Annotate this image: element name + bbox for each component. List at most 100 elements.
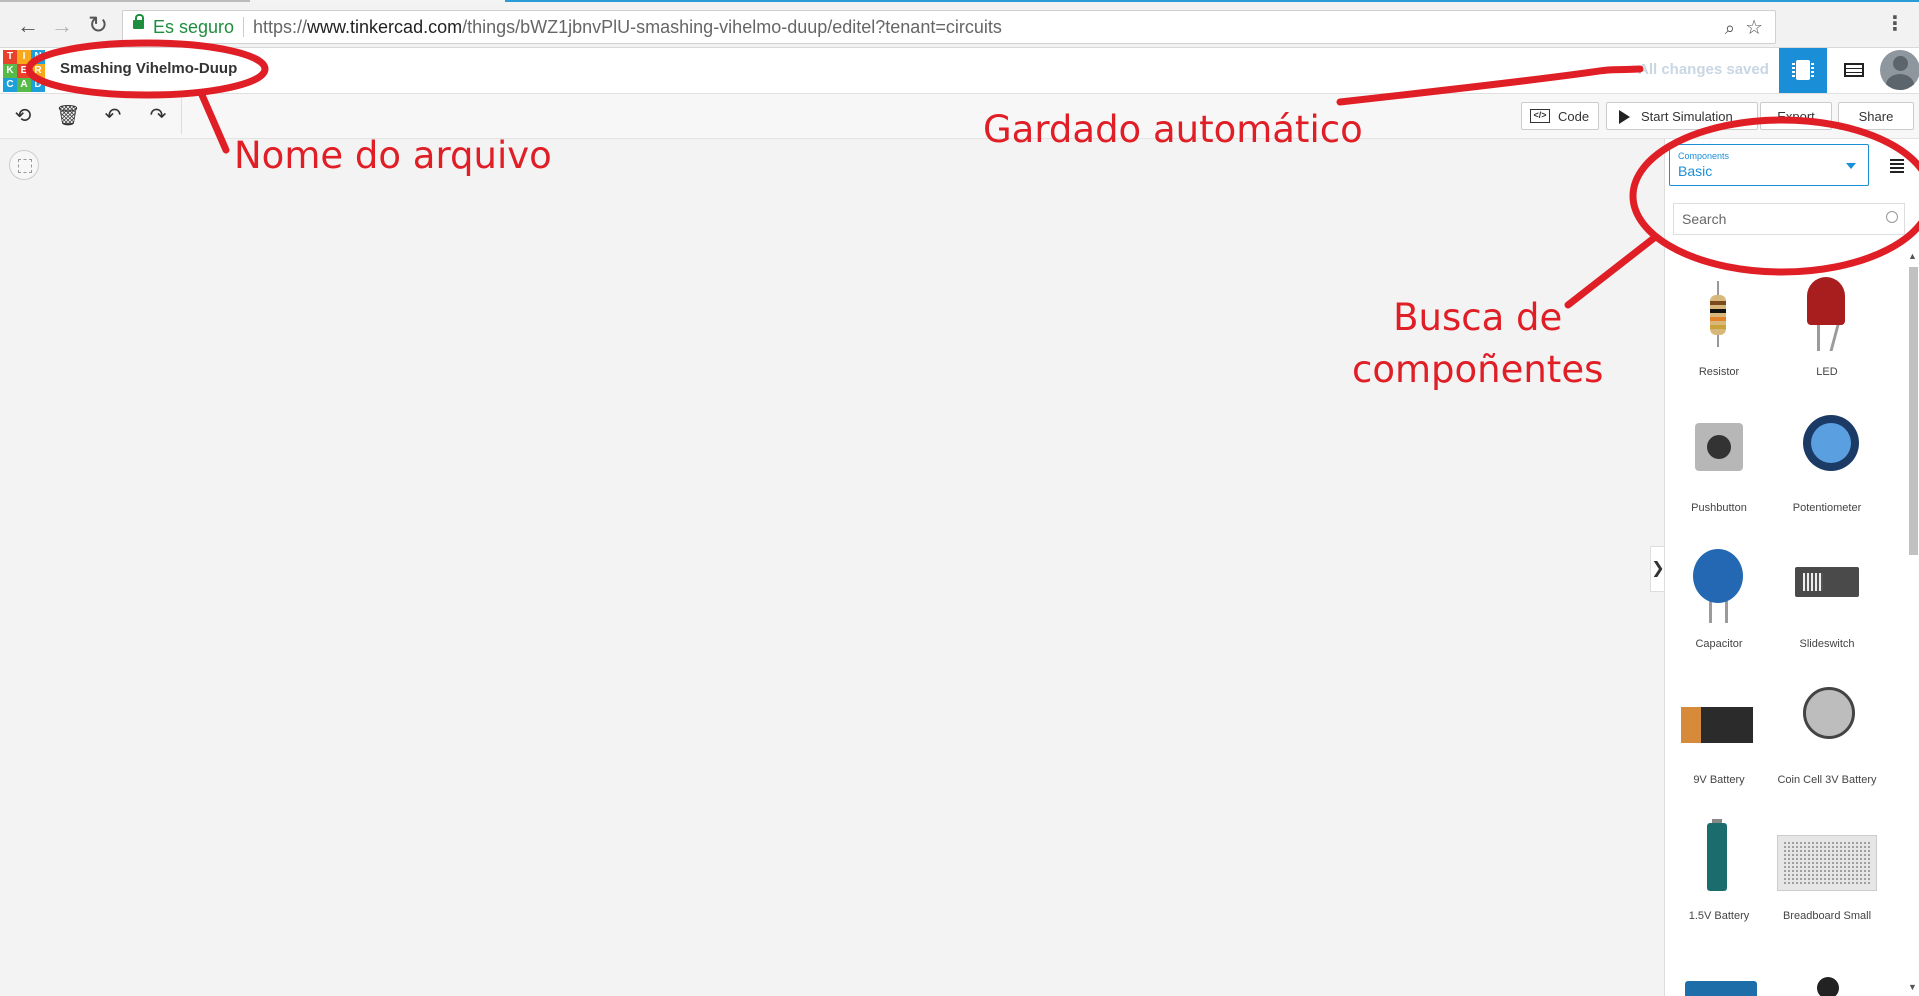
- logo-letter: D: [31, 78, 45, 92]
- loading-bar: [505, 0, 1919, 2]
- code-button-label: Code: [1558, 109, 1590, 124]
- components-select-value: Basic: [1678, 163, 1713, 179]
- component-pushbutton[interactable]: Pushbutton: [1665, 403, 1773, 539]
- omnibox-divider: [243, 17, 244, 37]
- annotation-search-line2: compoñentes: [1352, 348, 1604, 391]
- component-name: Slideswitch: [1799, 638, 1855, 650]
- zoom-icon[interactable]: ⌕: [1725, 18, 1735, 39]
- url-scheme: https://: [253, 17, 308, 37]
- logo-letter: I: [17, 50, 31, 64]
- component-breadboard-small[interactable]: Breadboard Small: [1773, 811, 1881, 947]
- back-arrow-icon[interactable]: ←: [14, 12, 42, 40]
- panel-toggle-icon[interactable]: ❯: [1650, 546, 1665, 592]
- undo-icon[interactable]: ↶: [98, 102, 128, 130]
- app-header: TINKERCAD Smashing Vihelmo-Duup All chan…: [0, 48, 1919, 94]
- rotate-icon[interactable]: ⟲: [8, 102, 38, 130]
- capacitor-icon: [1665, 539, 1773, 629]
- components-select-label: Components: [1678, 151, 1730, 161]
- component-name: 9V Battery: [1693, 774, 1745, 786]
- annotation-search-line1: Busca de: [1393, 296, 1563, 339]
- reload-icon[interactable]: ↻: [84, 12, 112, 40]
- components-panel: Components Basic Resistor LED Pushbutton…: [1664, 139, 1919, 996]
- url-host: www.tinkercad.com: [307, 17, 463, 37]
- list-view-icon[interactable]: [1890, 159, 1904, 173]
- logo-letter: N: [31, 50, 45, 64]
- editor-toolbar: ⟲ 🗑 ↶ ↷ </> Code Start Simulation Export…: [0, 94, 1919, 139]
- save-status: All changes saved: [1638, 61, 1769, 78]
- avatar[interactable]: [1880, 50, 1919, 90]
- menu-dots-icon[interactable]: ⋮: [1885, 13, 1905, 35]
- start-simulation-label: Start Simulation: [1641, 109, 1733, 124]
- trash-icon[interactable]: 🗑: [53, 102, 83, 130]
- search-input[interactable]: [1674, 204, 1880, 234]
- code-button[interactable]: </> Code: [1521, 102, 1599, 130]
- browser-toolbar: ← → ↻ Es seguro https://www.tinkercad.co…: [0, 3, 1919, 48]
- component-name: Resistor: [1698, 366, 1740, 378]
- component-arduino[interactable]: [1665, 947, 1773, 996]
- circuit-view-button[interactable]: [1779, 48, 1827, 93]
- scroll-thumb[interactable]: [1909, 267, 1918, 555]
- component-9v-battery[interactable]: 9V Battery: [1665, 675, 1773, 811]
- tab-edge: [0, 0, 250, 2]
- table-icon: [1844, 63, 1864, 77]
- logo-letter: C: [3, 78, 17, 92]
- chip-icon: [1792, 60, 1814, 80]
- lock-icon: [133, 14, 144, 29]
- project-name[interactable]: Smashing Vihelmo-Duup: [60, 60, 237, 77]
- component-vibration-motor[interactable]: [1773, 947, 1881, 996]
- export-button[interactable]: Export: [1760, 102, 1832, 130]
- component-coin-cell[interactable]: Coin Cell 3V Battery: [1773, 675, 1881, 811]
- share-button[interactable]: Share: [1838, 102, 1914, 130]
- component-name: Breadboard Small: [1782, 910, 1872, 922]
- redo-icon[interactable]: ↷: [143, 102, 173, 130]
- component-potentiometer[interactable]: Potentiometer: [1773, 403, 1881, 539]
- arduino-icon: [1665, 947, 1773, 996]
- forward-arrow-icon[interactable]: →: [48, 12, 76, 40]
- component-slideswitch[interactable]: Slideswitch: [1773, 539, 1881, 675]
- annotation-search: Busca de compoñentes: [1352, 292, 1603, 396]
- start-simulation-button[interactable]: Start Simulation: [1606, 102, 1758, 130]
- pushbutton-icon: [1665, 403, 1773, 493]
- tinkercad-logo[interactable]: TINKERCAD: [3, 50, 45, 92]
- play-icon: [1619, 110, 1630, 124]
- vibration-motor-icon: [1773, 947, 1881, 996]
- scroll-down-icon[interactable]: ▼: [1908, 982, 1917, 992]
- component-capacitor[interactable]: Capacitor: [1665, 539, 1773, 675]
- annotation-autosave: Gardado automático: [983, 108, 1363, 151]
- slideswitch-icon: [1773, 539, 1881, 629]
- battery-9v-icon: [1665, 675, 1773, 765]
- logo-letter: K: [3, 64, 17, 78]
- search-icon: [1886, 211, 1898, 223]
- code-icon: </>: [1530, 109, 1550, 123]
- logo-letter: A: [17, 78, 31, 92]
- url-path: /things/bWZ1jbnvPlU-smashing-vihelmo-duu…: [462, 17, 1002, 37]
- logo-letter: E: [17, 64, 31, 78]
- component-name: Potentiometer: [1792, 502, 1862, 514]
- fit-view-icon[interactable]: [9, 150, 39, 180]
- url-text[interactable]: https://www.tinkercad.com/things/bWZ1jbn…: [253, 17, 1002, 38]
- component-name: Coin Cell 3V Battery: [1777, 774, 1877, 786]
- component-name: 1.5V Battery: [1688, 910, 1750, 922]
- component-1-5v-battery[interactable]: 1.5V Battery: [1665, 811, 1773, 947]
- star-icon[interactable]: ☆: [1745, 15, 1763, 40]
- component-led[interactable]: LED: [1773, 267, 1881, 403]
- search-field: [1673, 203, 1905, 235]
- resistor-icon: [1665, 267, 1773, 357]
- coin-cell-icon: [1773, 675, 1881, 765]
- secure-label: Es seguro: [153, 17, 235, 37]
- components-select[interactable]: Components Basic: [1669, 144, 1869, 186]
- component-name: Pushbutton: [1691, 502, 1747, 514]
- component-list-button[interactable]: [1830, 48, 1878, 93]
- potentiometer-icon: [1773, 403, 1881, 493]
- component-name: LED: [1816, 366, 1838, 378]
- scroll-up-icon[interactable]: ▲: [1908, 251, 1917, 261]
- address-bar[interactable]: Es seguro https://www.tinkercad.com/thin…: [122, 10, 1776, 44]
- component-name: Capacitor: [1695, 638, 1743, 650]
- chevron-down-icon: [1846, 163, 1856, 169]
- battery-1-5v-icon: [1665, 811, 1773, 901]
- breadboard-icon: [1773, 811, 1881, 901]
- component-resistor[interactable]: Resistor: [1665, 267, 1773, 403]
- panel-scrollbar[interactable]: ▲ ▼: [1908, 251, 1918, 996]
- logo-letter: T: [3, 50, 17, 64]
- logo-letter: R: [31, 64, 45, 78]
